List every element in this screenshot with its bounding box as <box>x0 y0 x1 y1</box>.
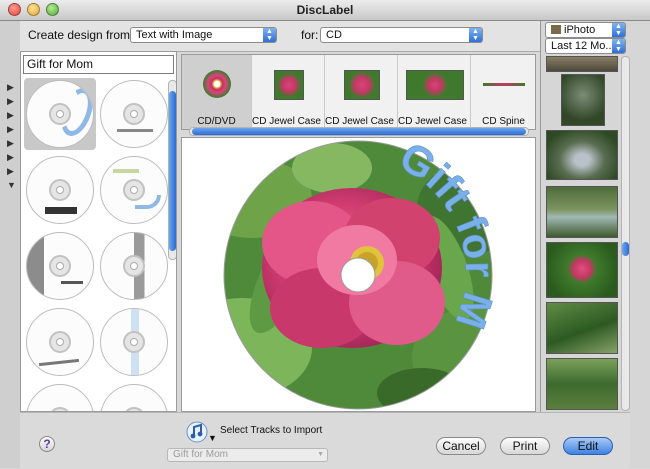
help-button[interactable]: ? <box>39 436 55 452</box>
format-thumbnail <box>406 70 464 100</box>
disclosure-triangle-icon: ▼ <box>7 180 16 190</box>
disclosure-triangle-icon: ▶ <box>7 166 14 176</box>
format-jewel-case-3[interactable]: CD Jewel Case ... <box>398 55 471 129</box>
format-thumbnail <box>344 70 380 100</box>
playlist-popup[interactable]: Gift for Mom ▼ <box>167 448 328 462</box>
window-title: DiscLabel <box>296 3 354 17</box>
dropdown-triangle-icon[interactable]: ▼ <box>208 433 217 443</box>
disclosure-triangle-icon: ▶ <box>7 110 14 120</box>
photo-source-value: iPhoto <box>564 24 596 36</box>
format-jewel-case-2[interactable]: CD Jewel Case ... <box>325 55 398 129</box>
search-input[interactable]: Gift for Mom <box>23 55 174 74</box>
template-list-scrollbar[interactable] <box>168 80 176 260</box>
photo-browser-scrollbar[interactable] <box>621 56 630 411</box>
format-label: CD Spine <box>482 116 525 127</box>
format-label: CD Jewel Case ... <box>325 116 397 127</box>
template-disc[interactable] <box>100 232 168 300</box>
scrollbar-thumb[interactable] <box>622 242 629 256</box>
design-source-label: Create design from: <box>28 28 134 42</box>
curved-text-shape <box>135 195 161 209</box>
format-label: CD/DVD <box>197 116 236 127</box>
design-toolbar: Create design from: Text with Image ▲ ▼ f… <box>20 21 630 52</box>
design-source-value: Text with Image <box>136 29 213 41</box>
disclosure-triangle-icon: ▶ <box>7 82 14 92</box>
photo-browser: iPhoto ▲ ▼ Last 12 Mo... ▲ ▼ <box>540 21 650 468</box>
disclosure-triangle-icon: ▶ <box>7 124 14 134</box>
popup-arrows-icon: ▲ ▼ <box>263 28 276 42</box>
disc-label-canvas[interactable]: Gift for Mom <box>163 100 535 411</box>
edit-button[interactable]: Edit <box>563 437 613 455</box>
scrollbar-thumb[interactable] <box>192 128 526 135</box>
format-cd-thumbnail <box>203 70 231 98</box>
photo-source-popup[interactable]: iPhoto ▲ ▼ <box>545 22 626 38</box>
disclosure-triangle-icon: ▶ <box>7 96 14 106</box>
design-source-popup[interactable]: Text with Image ▲ ▼ <box>130 27 277 43</box>
template-disc[interactable] <box>100 308 168 376</box>
format-jewel-case-1[interactable]: CD Jewel Case ... <box>252 55 325 129</box>
playlist-value: Gift for Mom <box>173 449 229 460</box>
iphoto-icon <box>551 25 561 34</box>
select-tracks-label: Select Tracks to Import <box>220 425 323 436</box>
template-disc[interactable] <box>26 384 94 411</box>
photo-thumbnail[interactable] <box>546 242 618 298</box>
format-thumbnail <box>483 83 525 86</box>
for-popup[interactable]: CD ▲ ▼ <box>320 27 483 43</box>
popup-arrows-icon: ▼ <box>317 451 324 458</box>
text-line <box>113 169 139 173</box>
template-disc[interactable] <box>26 308 94 376</box>
template-disc[interactable] <box>26 232 94 300</box>
print-button[interactable]: Print <box>500 437 550 455</box>
disc-center-hole <box>340 257 376 293</box>
template-list: Gift for Mom <box>20 51 177 412</box>
for-value: CD <box>326 29 342 41</box>
disc-preview: Gift for Mom <box>163 100 536 412</box>
template-disc[interactable] <box>100 80 168 148</box>
format-cd-dvd[interactable]: CD/DVD <box>182 55 252 129</box>
disclosure-triangle-icon: ▶ <box>7 138 14 148</box>
cancel-button[interactable]: Cancel <box>436 437 486 455</box>
date-range-value: Last 12 Mo... <box>551 40 615 52</box>
format-cd-spine[interactable]: CD Spine <box>471 55 536 129</box>
title-bar: DiscLabel <box>0 0 650 21</box>
date-range-popup[interactable]: Last 12 Mo... ▲ ▼ <box>545 38 626 54</box>
photo-thumbnail[interactable] <box>546 56 618 72</box>
photo-thumbnail[interactable] <box>546 186 618 238</box>
template-disc[interactable] <box>100 156 168 224</box>
photo-thumbnail[interactable] <box>546 358 618 410</box>
format-label: CD Jewel Case ... <box>398 116 470 127</box>
background-window-strip: ▶ ▶ ▶ ▶ ▶ ▶ ▶ ▼ <box>0 21 21 468</box>
disclosure-triangle-icon: ▶ <box>7 152 14 162</box>
photo-thumbnail[interactable] <box>561 74 605 126</box>
text-line <box>61 281 83 284</box>
photo-thumbnail[interactable] <box>546 302 618 354</box>
text-line <box>117 129 153 132</box>
format-selector: CD/DVD CD Jewel Case ... CD Jewel Case .… <box>181 54 536 130</box>
itunes-music-icon[interactable] <box>186 421 208 443</box>
popup-arrows-icon: ▲ ▼ <box>612 23 625 37</box>
format-thumbnail <box>274 70 304 100</box>
label-bar <box>45 207 77 214</box>
popup-arrows-icon: ▲ ▼ <box>612 39 625 53</box>
photo-thumbnail[interactable] <box>546 130 618 180</box>
for-label: for: <box>301 28 319 42</box>
text-line <box>38 358 80 367</box>
format-label: CD Jewel Case ... <box>252 116 324 127</box>
scrollbar-thumb[interactable] <box>169 91 176 251</box>
format-scrollbar[interactable] <box>189 127 529 136</box>
bottom-bar: ? ▼ Select Tracks to Import Gift for Mom… <box>20 412 630 469</box>
template-disc[interactable] <box>26 80 94 148</box>
template-disc[interactable] <box>26 156 94 224</box>
template-disc[interactable] <box>100 384 168 411</box>
popup-arrows-icon: ▲ ▼ <box>469 28 482 42</box>
